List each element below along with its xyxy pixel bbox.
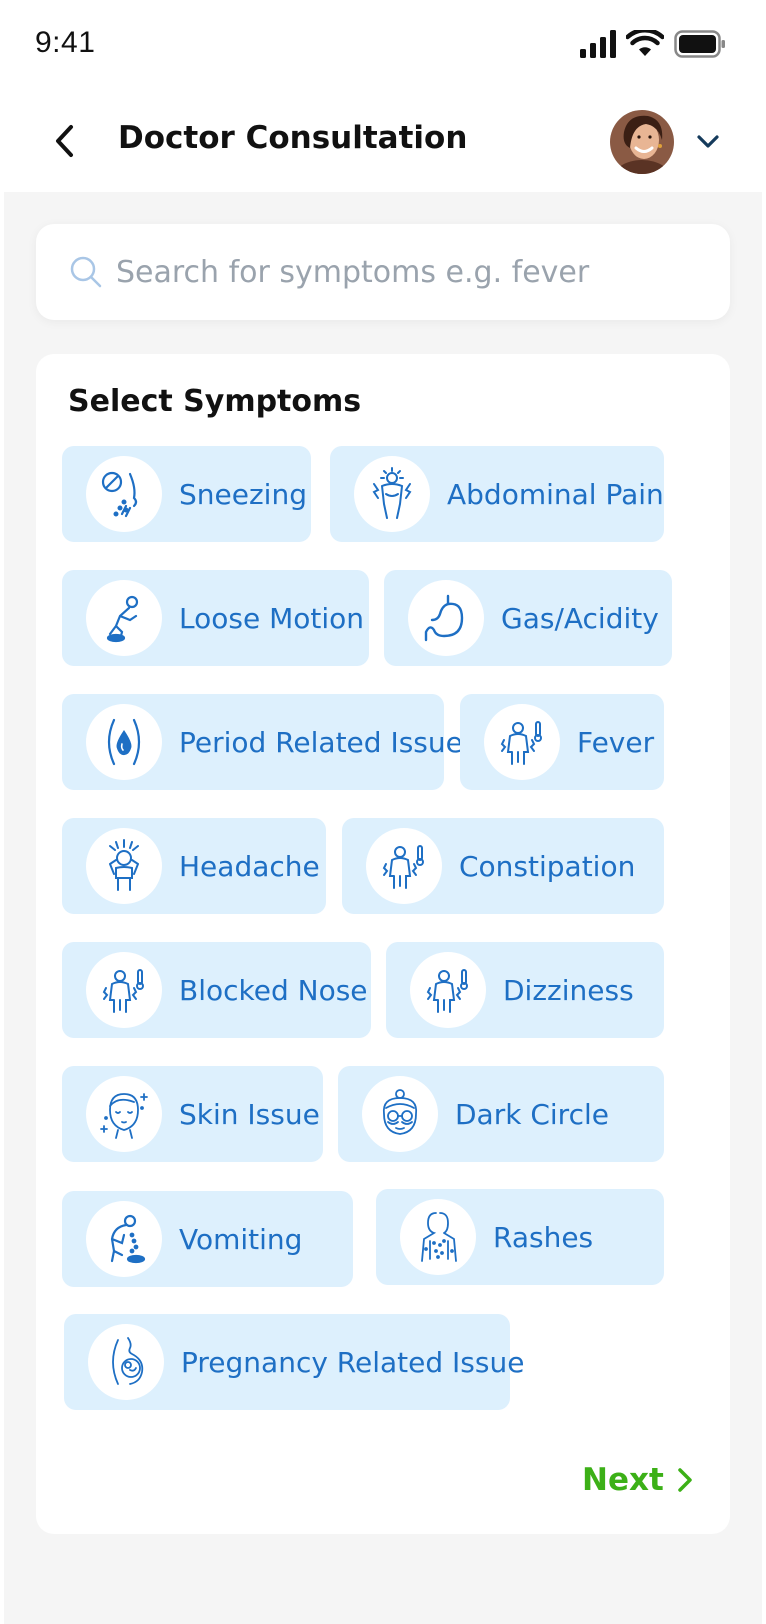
dark-circle-face-icon xyxy=(362,1076,438,1152)
symptom-chip-constipation[interactable]: Constipation xyxy=(342,818,664,914)
next-button[interactable]: Next xyxy=(582,1462,694,1498)
symptom-chip-dizziness[interactable]: Dizziness xyxy=(386,942,664,1038)
symptom-label: Fever xyxy=(577,725,655,759)
symptom-chip-rashes[interactable]: Rashes xyxy=(376,1189,664,1285)
symptoms-card: Select Symptoms Sneezing Abdominal Pain … xyxy=(36,354,730,1534)
symptom-label: Vomiting xyxy=(179,1222,303,1256)
search-bar[interactable] xyxy=(36,224,730,320)
sneezing-icon xyxy=(86,456,162,532)
status-bar: 9:41 xyxy=(0,0,766,90)
symptom-label: Rashes xyxy=(493,1220,594,1254)
account-dropdown-button[interactable] xyxy=(695,131,721,151)
symptom-chip-skin-issue[interactable]: Skin Issue xyxy=(62,1066,323,1162)
symptom-label: Blocked Nose xyxy=(179,973,368,1007)
symptom-chip-pregnancy-related-issue[interactable]: Pregnancy Related Issue xyxy=(64,1314,524,1410)
uterus-drop-icon xyxy=(86,704,162,780)
symptom-chip-fever[interactable]: Fever xyxy=(460,694,664,790)
status-time: 9:41 xyxy=(35,26,96,59)
symptom-label: Skin Issue xyxy=(179,1097,320,1131)
chevron-left-icon xyxy=(56,125,73,157)
avatar[interactable] xyxy=(610,110,674,174)
symptom-label: Loose Motion xyxy=(179,601,365,635)
symptom-chip-blocked-nose[interactable]: Blocked Nose xyxy=(62,942,371,1038)
symptom-label: Dizziness xyxy=(503,973,634,1007)
cellular-signal-icon xyxy=(580,30,616,58)
symptom-label: Constipation xyxy=(459,849,636,883)
abdominal-pain-icon xyxy=(354,456,430,532)
blocked-nose-icon xyxy=(86,952,162,1028)
skin-face-icon xyxy=(86,1076,162,1152)
symptom-chip-dark-circle[interactable]: Dark Circle xyxy=(338,1066,664,1162)
back-button[interactable] xyxy=(46,121,82,161)
battery-icon xyxy=(674,30,725,58)
fever-icon xyxy=(484,704,560,780)
symptom-label: Headache xyxy=(179,849,320,883)
symptom-chip-period-related-issue[interactable]: Period Related Issue xyxy=(62,694,463,790)
symptom-chip-sneezing[interactable]: Sneezing xyxy=(62,446,311,542)
symptom-chip-abdominal-pain[interactable]: Abdominal Pain xyxy=(330,446,664,542)
symptom-label: Abdominal Pain xyxy=(447,477,664,511)
vomiting-icon xyxy=(86,1201,162,1277)
stomach-icon xyxy=(408,580,484,656)
page-title: Doctor Consultation xyxy=(118,120,468,156)
search-input[interactable] xyxy=(116,254,696,290)
app-header: Doctor Consultation xyxy=(0,96,766,188)
status-icons xyxy=(580,30,726,58)
symptom-chip-vomiting[interactable]: Vomiting xyxy=(62,1191,353,1287)
symptom-label: Dark Circle xyxy=(455,1097,609,1131)
chevron-down-icon xyxy=(697,135,719,148)
symptom-label: Pregnancy Related Issue xyxy=(181,1345,525,1379)
symptom-label: Sneezing xyxy=(179,477,307,511)
dizziness-icon xyxy=(410,952,486,1028)
symptom-chip-gas-acidity[interactable]: Gas/Acidity xyxy=(384,570,672,666)
constipation-icon xyxy=(366,828,442,904)
chevron-right-icon xyxy=(678,1468,692,1492)
search-icon xyxy=(70,256,102,288)
symptom-chip-headache[interactable]: Headache xyxy=(62,818,326,914)
symptom-label: Gas/Acidity xyxy=(501,601,659,635)
main-content: Select Symptoms Sneezing xyxy=(4,192,762,1624)
next-label: Next xyxy=(582,1462,664,1498)
headache-icon xyxy=(86,828,162,904)
pregnancy-icon xyxy=(88,1324,164,1400)
symptom-chip-loose-motion[interactable]: Loose Motion xyxy=(62,570,369,666)
wifi-icon xyxy=(626,30,664,56)
symptom-label: Period Related Issue xyxy=(179,725,463,759)
user-avatar-image xyxy=(610,110,674,174)
section-title: Select Symptoms xyxy=(68,384,362,419)
rashes-icon xyxy=(400,1199,476,1275)
loose-motion-icon xyxy=(86,580,162,656)
